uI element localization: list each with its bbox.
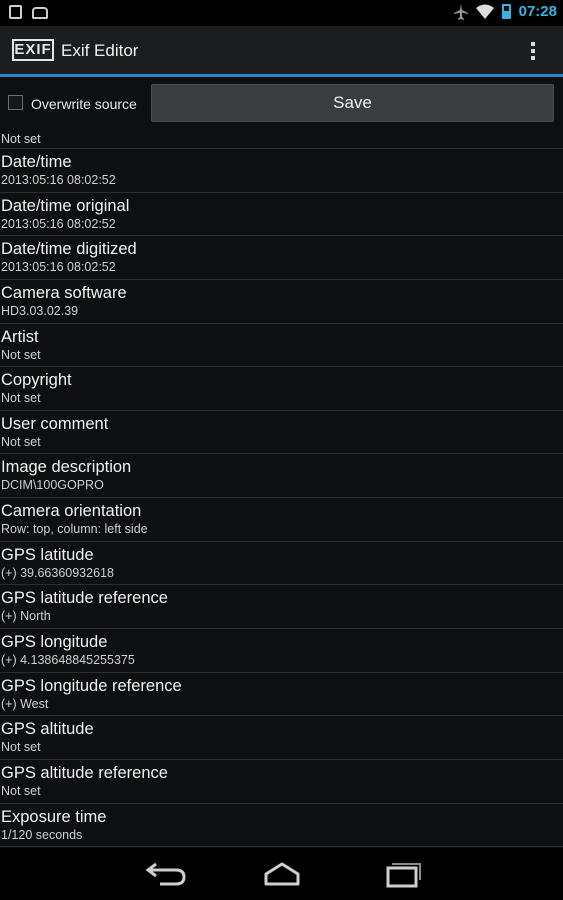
save-button[interactable]: Save: [151, 84, 554, 122]
exif-tag-list[interactable]: Not set Date/time 2013:05:16 08:02:52 Da…: [0, 127, 563, 848]
list-item-image-description[interactable]: Image description DCIM\100GOPRO: [0, 454, 563, 499]
list-item-value: Not set: [0, 127, 563, 149]
action-bar-divider: [0, 74, 563, 77]
list-item-date-time-original[interactable]: Date/time original 2013:05:16 08:02:52: [0, 193, 563, 237]
list-item-label: Artist: [1, 327, 39, 346]
list-item-value: DCIM\100GOPRO: [1, 478, 104, 493]
list-item-label: Date/time: [1, 153, 72, 171]
list-item-gps-altitude[interactable]: GPS altitude Not set: [0, 716, 563, 760]
list-item-label: GPS latitude reference: [1, 589, 168, 608]
recents-icon[interactable]: [372, 858, 432, 890]
list-item-user-comment[interactable]: User comment Not set: [0, 411, 563, 455]
list-item-value: HD3.03.02.39: [1, 303, 79, 318]
list-item-label: GPS altitude: [1, 720, 94, 739]
status-bar: 07:28: [0, 0, 563, 26]
list-item-value: 2013:05:16 08:02:52: [1, 260, 116, 275]
list-item-copyright[interactable]: Copyright Not set: [0, 367, 563, 411]
overwrite-source-checkbox[interactable]: [8, 95, 23, 110]
list-item-label: Image description: [1, 458, 132, 477]
status-time: 07:28: [518, 3, 557, 20]
app-title: Exif Editor: [61, 41, 139, 60]
list-item-gps-longitude-reference[interactable]: GPS longitude reference (+) West: [0, 673, 563, 717]
list-item-label: Camera orientation: [1, 502, 142, 521]
navigation-bar: [0, 848, 563, 900]
back-icon[interactable]: [132, 858, 192, 890]
list-item-value: Not set: [1, 740, 41, 755]
list-item-label: User comment: [1, 414, 109, 433]
list-item-value: Not set: [1, 391, 41, 406]
list-item-value: (+) West: [1, 696, 49, 711]
list-item-gps-latitude-reference[interactable]: GPS latitude reference (+) North: [0, 585, 563, 630]
list-item-gps-latitude[interactable]: GPS latitude (+) 39.66360932618: [0, 542, 563, 586]
overflow-menu-icon[interactable]: [523, 38, 543, 64]
battery-charging-icon: [501, 4, 511, 19]
list-item-label: GPS latitude: [1, 545, 94, 564]
list-item-value: Row: top, column: left side: [1, 522, 148, 537]
list-item-value: Not set: [1, 783, 41, 798]
list-item-date-time-digitized[interactable]: Date/time digitized 2013:05:16 08:02:52: [0, 236, 563, 280]
list-item-value: 2013:05:16 08:02:52: [1, 216, 116, 231]
list-item-camera-orientation[interactable]: Camera orientation Row: top, column: lef…: [0, 498, 563, 542]
list-item-label: GPS longitude: [1, 633, 108, 652]
list-item-artist[interactable]: Artist Not set: [0, 324, 563, 368]
list-item-value: (+) North: [1, 609, 51, 624]
list-item-label: GPS longitude reference: [1, 676, 182, 695]
list-item-label: Exposure time: [1, 807, 107, 826]
list-item-date-time[interactable]: Date/time 2013:05:16 08:02:52: [0, 149, 563, 193]
list-item-label: Date/time original: [1, 196, 130, 215]
list-item-gps-altitude-reference[interactable]: GPS altitude reference Not set: [0, 760, 563, 804]
list-item-gps-longitude[interactable]: GPS longitude (+) 4.138648845255375: [0, 629, 563, 673]
list-item-value: (+) 4.138648845255375: [1, 653, 135, 668]
list-item-value: 2013:05:16 08:02:52: [1, 173, 116, 187]
list-item-exposure-time[interactable]: Exposure time 1/120 seconds: [0, 804, 563, 848]
list-item-value: Not set: [1, 347, 41, 362]
list-item-camera-software[interactable]: Camera software HD3.03.02.39: [0, 280, 563, 324]
notification-box-icon: [9, 5, 22, 19]
list-item-label: Camera software: [1, 283, 127, 302]
wifi-icon: [475, 4, 494, 19]
app-logo: EXIF: [12, 39, 54, 61]
list-item-value: (+) 39.66360932618: [1, 565, 114, 580]
list-item-label: Copyright: [1, 371, 72, 390]
home-icon[interactable]: [252, 858, 312, 890]
list-item-label: Date/time digitized: [1, 240, 137, 259]
list-item-value: 1/120 seconds: [1, 827, 83, 842]
airplane-icon: [453, 3, 468, 20]
list-item-label: GPS altitude reference: [1, 763, 168, 782]
overwrite-source-label[interactable]: Overwrite source: [31, 96, 137, 112]
list-item-value: Not set: [1, 434, 41, 449]
android-icon: [32, 7, 48, 19]
